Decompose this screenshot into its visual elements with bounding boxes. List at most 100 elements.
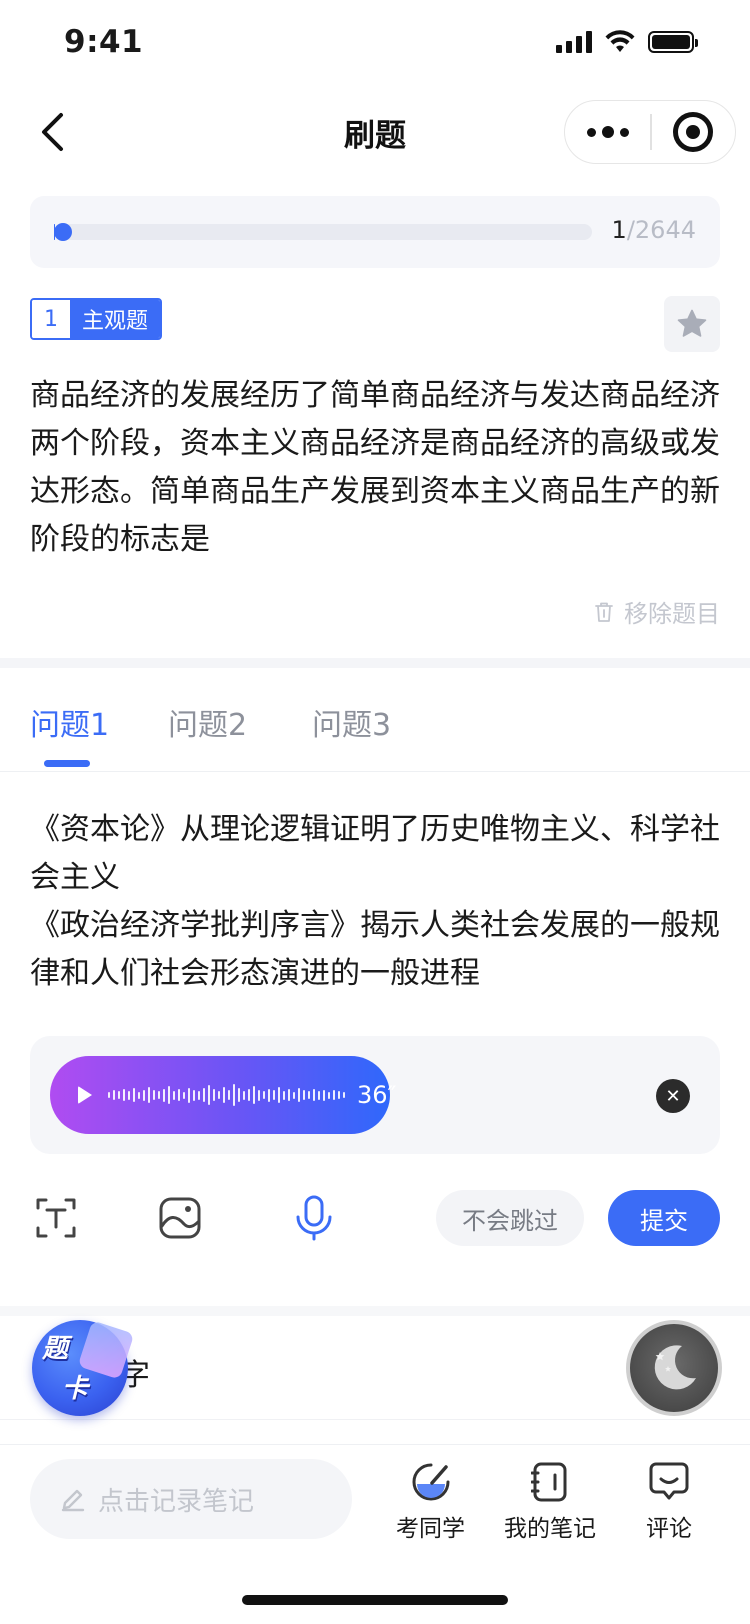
waveform-bar [148, 1087, 150, 1103]
status-icons [556, 30, 698, 54]
waveform-bar [303, 1090, 305, 1100]
tab-label: 评论 [646, 1516, 692, 1542]
question-card-text-1: 题 [42, 1334, 69, 1364]
answer-card: 36″ ✕ [30, 1036, 720, 1154]
status-time: 9:41 [64, 24, 144, 60]
progress-current: 1 [611, 216, 627, 244]
more-button[interactable] [565, 101, 650, 163]
waveform-bar [333, 1090, 335, 1100]
target-icon [673, 112, 714, 152]
text-icon [36, 1198, 76, 1238]
waveform-bar [243, 1090, 245, 1100]
close-icon: ✕ [665, 1085, 681, 1107]
tab-comments[interactable]: 评论 [646, 1461, 692, 1543]
waveform-bar [338, 1091, 340, 1099]
waveform-bar [223, 1087, 225, 1103]
signal-icon [556, 31, 592, 53]
miniprogram-capsule [564, 100, 736, 164]
tab-kao-tongxue[interactable]: 考同学 [396, 1461, 465, 1543]
waveform-bar [273, 1090, 275, 1100]
progress-card: 1/2644 [30, 196, 720, 268]
answer-toolbar: 不会跳过 提交 [0, 1190, 750, 1250]
microphone-icon [296, 1195, 332, 1241]
waveform-bar [248, 1089, 250, 1101]
battery-icon [648, 31, 698, 53]
waveform-bar [313, 1089, 315, 1101]
skip-button[interactable]: 不会跳过 [436, 1190, 584, 1246]
note-placeholder: 点击记录笔记 [98, 1486, 255, 1517]
waveform-bar [108, 1092, 110, 1098]
waveform-bar [318, 1090, 320, 1100]
question-card-float-button[interactable]: 题 卡 [28, 1316, 136, 1416]
question-type: 主观题 [70, 300, 161, 338]
waveform-bar [183, 1091, 185, 1099]
waveform-bar [293, 1091, 295, 1099]
voice-input-button[interactable] [290, 1194, 338, 1242]
progress-track [54, 223, 592, 241]
home-indicator [242, 1595, 508, 1605]
waveform-bar [238, 1088, 240, 1102]
waveform-bar [143, 1089, 145, 1101]
comment-icon [649, 1462, 689, 1500]
voice-message[interactable]: 36″ [50, 1056, 397, 1134]
sub-question-line-2: 《政治经济学批判序言》揭示人类社会发展的一般规律和人们社会形态演进的一般进程 [30, 908, 720, 991]
favorite-button[interactable] [664, 296, 720, 352]
night-mode-button[interactable] [626, 1320, 722, 1416]
waveform-bar [228, 1090, 230, 1100]
waveform-bar [198, 1090, 200, 1100]
waveform-bar [343, 1092, 345, 1098]
progress-handle[interactable] [54, 223, 72, 241]
tab-question-3[interactable]: 问题3 [312, 700, 391, 744]
remove-question-button[interactable]: 移除题目 [594, 594, 720, 629]
waveform-bar [263, 1091, 265, 1099]
star-icon [677, 309, 707, 337]
text-input-button[interactable] [32, 1194, 80, 1242]
waveform-bar [188, 1087, 190, 1103]
moon-icon [654, 1345, 696, 1390]
waveform-bar [138, 1091, 140, 1099]
waveform-bar [163, 1088, 165, 1102]
image-icon [159, 1197, 201, 1239]
close-miniprogram-button[interactable] [652, 101, 735, 163]
note-input[interactable]: 点击记录笔记 [30, 1459, 352, 1539]
waveform-bar [213, 1089, 215, 1101]
waveform-bar [128, 1090, 130, 1100]
image-button[interactable] [156, 1194, 204, 1242]
waveform-bar [323, 1089, 325, 1101]
progress-total: /2644 [626, 216, 696, 244]
waveform-bar [193, 1089, 195, 1101]
question-number: 1 [32, 300, 70, 338]
waveform-bar [113, 1090, 115, 1100]
tab-label: 考同学 [396, 1516, 465, 1542]
waveform-bar [123, 1089, 125, 1101]
sub-question-line-1: 《资本论》从理论逻辑证明了历史唯物主义、科学社会主义 [30, 812, 720, 895]
waveform-bar [308, 1091, 310, 1099]
submit-button[interactable]: 提交 [608, 1190, 720, 1246]
waveform-bar [153, 1090, 155, 1100]
trash-icon [595, 602, 613, 622]
sub-question-tabs: 问题1 问题2 问题3 [0, 668, 750, 772]
waveform-bar [218, 1091, 220, 1099]
active-tab-indicator [44, 760, 90, 767]
section-divider-2 [0, 1306, 750, 1316]
pencil-icon [61, 1489, 85, 1512]
progress-counter: 1/2644 [612, 216, 696, 244]
tab-label: 我的笔记 [504, 1516, 596, 1542]
waveform-bar [268, 1088, 270, 1102]
sub-question-text: 《资本论》从理论逻辑证明了历史唯物主义、科学社会主义 《政治经济学批判序言》揭示… [30, 806, 720, 998]
waveform-bar [133, 1088, 135, 1102]
voice-duration: 36″ [357, 1081, 397, 1109]
waveform-bar [258, 1089, 260, 1101]
delete-voice-button[interactable]: ✕ [656, 1079, 690, 1113]
waveform-bar [118, 1091, 120, 1099]
waveform-bar [288, 1089, 290, 1101]
waveform-bar [283, 1090, 285, 1100]
tab-my-notes[interactable]: 我的笔记 [504, 1461, 596, 1543]
play-icon [78, 1086, 92, 1104]
question-type-tag: 1 主观题 [30, 298, 163, 340]
tab-question-1[interactable]: 问题1 [30, 700, 109, 744]
waveform-bar [178, 1089, 180, 1101]
waveform-bar [203, 1088, 205, 1102]
tab-question-2[interactable]: 问题2 [168, 700, 247, 744]
waveform-bar [253, 1086, 255, 1104]
